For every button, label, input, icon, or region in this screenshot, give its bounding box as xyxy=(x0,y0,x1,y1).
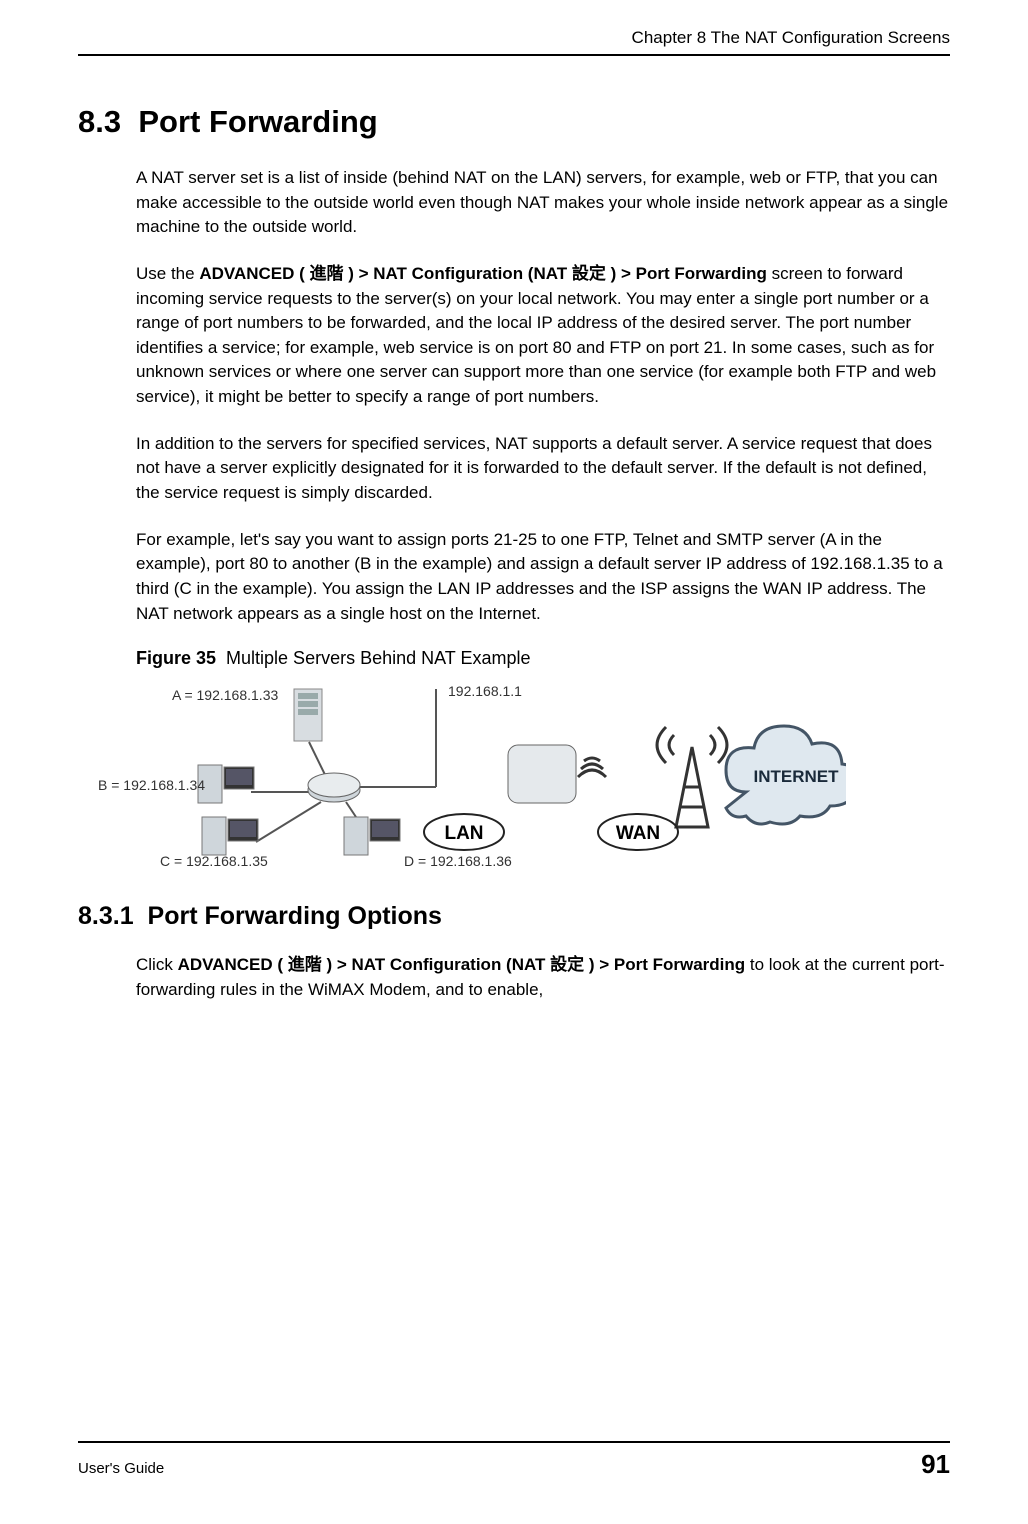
internet-cloud-icon: INTERNET xyxy=(726,726,846,824)
label-router-ip: 192.168.1.1 xyxy=(448,683,522,699)
paragraph-2: Use the ADVANCED ( 進階 ) > NAT Configurat… xyxy=(136,262,950,410)
server-a-icon xyxy=(294,689,322,741)
pc-d-icon xyxy=(344,817,400,855)
lan-label-frame: LAN xyxy=(424,814,504,850)
chapter-title: Chapter 8 The NAT Configuration Screens xyxy=(632,28,950,47)
subsection-body: Click ADVANCED ( 進階 ) > NAT Configuratio… xyxy=(136,953,950,1002)
figure-caption: Multiple Servers Behind NAT Example xyxy=(226,648,530,668)
page-number: 91 xyxy=(921,1449,950,1480)
paragraph-1: A NAT server set is a list of inside (be… xyxy=(136,166,950,240)
lan-label: LAN xyxy=(444,823,483,844)
wan-label: WAN xyxy=(616,823,660,844)
content: 8.3 Port Forwarding A NAT server set is … xyxy=(78,56,950,1003)
p5-bold-path: ADVANCED ( 進階 ) > NAT Configuration (NAT… xyxy=(178,955,746,974)
network-diagram-svg: INTERNET LAN WAN xyxy=(136,677,846,872)
section-title: Port Forwarding xyxy=(138,104,377,139)
p2-lead: Use the xyxy=(136,264,199,283)
figure-label: Figure 35 Multiple Servers Behind NAT Exa… xyxy=(136,648,950,669)
pc-b-icon xyxy=(198,765,254,803)
label-d: D = 192.168.1.36 xyxy=(404,853,512,869)
internet-label: INTERNET xyxy=(754,767,840,786)
pc-c-icon xyxy=(202,817,258,855)
paragraph-3: In addition to the servers for specified… xyxy=(136,432,950,506)
section-heading-8-3: 8.3 Port Forwarding xyxy=(78,104,950,140)
page-footer: User's Guide 91 xyxy=(78,1441,950,1480)
wan-label-frame: WAN xyxy=(598,814,678,850)
label-b: B = 192.168.1.34 xyxy=(98,777,205,793)
figure-35-diagram: INTERNET LAN WAN A = 192.168.1.33 B = 19… xyxy=(136,677,846,872)
page-header: Chapter 8 The NAT Configuration Screens xyxy=(78,0,950,56)
antenna-icon xyxy=(657,727,727,827)
subsection-number: 8.3.1 xyxy=(78,902,134,930)
switch-icon xyxy=(308,773,360,802)
paragraph-4: For example, let's say you want to assig… xyxy=(136,528,950,627)
paragraph-5: Click ADVANCED ( 進階 ) > NAT Configuratio… xyxy=(136,953,950,1002)
section-number: 8.3 xyxy=(78,104,121,139)
footer-guide-label: User's Guide xyxy=(78,1460,164,1477)
section-body: A NAT server set is a list of inside (be… xyxy=(136,166,950,872)
section-heading-8-3-1: 8.3.1 Port Forwarding Options xyxy=(78,902,950,931)
p2-bold-path: ADVANCED ( 進階 ) > NAT Configuration (NAT… xyxy=(199,264,767,283)
gateway-icon xyxy=(508,745,606,803)
p5-lead: Click xyxy=(136,955,178,974)
figure-number: Figure 35 xyxy=(136,648,216,668)
p2-tail: screen to forward incoming service reque… xyxy=(136,264,936,406)
subsection-title: Port Forwarding Options xyxy=(148,902,442,930)
label-c: C = 192.168.1.35 xyxy=(160,853,268,869)
label-a: A = 192.168.1.33 xyxy=(172,687,278,703)
